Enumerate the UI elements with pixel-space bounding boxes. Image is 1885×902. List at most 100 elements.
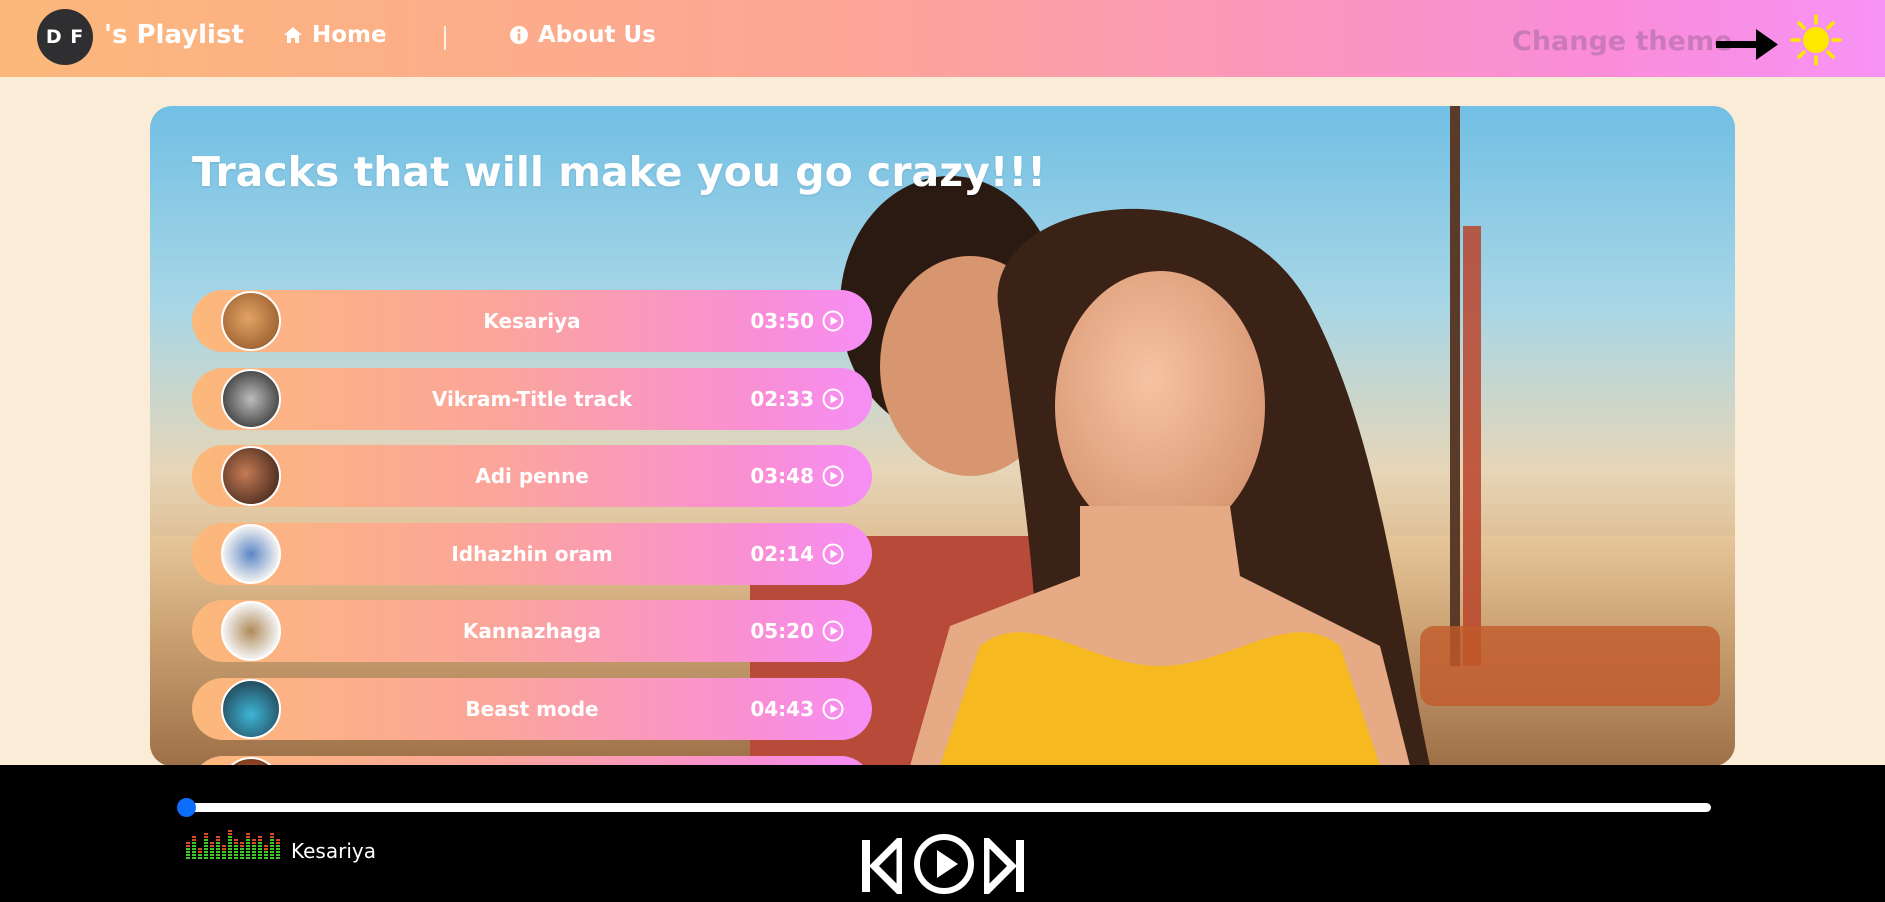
equalizer-bar: [234, 851, 238, 853]
nav-home-link[interactable]: Home: [283, 22, 387, 48]
equalizer-bar: [258, 848, 262, 850]
playlist-card: Tracks that will make you go crazy!!! Ke…: [150, 106, 1735, 766]
equalizer-bar: [246, 845, 250, 847]
equalizer-bar: [240, 857, 244, 859]
equalizer-bar: [270, 842, 274, 844]
equalizer-bar: [198, 857, 202, 859]
track-row[interactable]: Kannazhaga 05:20: [192, 600, 872, 662]
track-row[interactable]: Kesariya 03:50: [192, 290, 872, 352]
brand-title: 's Playlist: [104, 20, 244, 50]
equalizer-bar: [204, 833, 208, 835]
equalizer-bar: [204, 848, 208, 850]
equalizer-bar: [228, 836, 232, 838]
track-duration: 03:48: [750, 464, 814, 488]
equalizer-bar: [186, 857, 190, 859]
track-duration: 02:33: [750, 387, 814, 411]
equalizer-bar: [234, 848, 238, 850]
equalizer-bar: [186, 854, 190, 856]
nav-about-label: About Us: [538, 22, 656, 48]
equalizer-bar: [216, 851, 220, 853]
arrow-right-icon: [1716, 29, 1778, 60]
playlist-title: Tracks that will make you go crazy!!!: [192, 148, 1046, 196]
equalizer-bar: [234, 854, 238, 856]
equalizer-bar: [270, 839, 274, 841]
equalizer-bar: [246, 848, 250, 850]
equalizer-bar: [192, 836, 196, 838]
equalizer-bar: [210, 845, 214, 847]
equalizer-bar: [234, 845, 238, 847]
equalizer-bar: [276, 839, 280, 841]
track-row[interactable]: Vikram-Title track 02:33: [192, 368, 872, 430]
equalizer-bar: [270, 845, 274, 847]
equalizer-bar: [210, 848, 214, 850]
play-circle-icon[interactable]: [822, 310, 844, 332]
equalizer-bar: [228, 845, 232, 847]
next-icon[interactable]: [984, 838, 1024, 894]
equalizer-bar: [186, 845, 190, 847]
equalizer-bar: [204, 851, 208, 853]
equalizer-bar: [222, 851, 226, 853]
track-duration: 02:14: [750, 542, 814, 566]
sun-icon[interactable]: [1790, 14, 1842, 66]
play-icon[interactable]: [912, 832, 976, 896]
equalizer-bar: [204, 845, 208, 847]
track-row[interactable]: Beast mode 04:43: [192, 678, 872, 740]
equalizer-bar: [246, 839, 250, 841]
equalizer-bar: [270, 857, 274, 859]
equalizer-bar: [204, 854, 208, 856]
previous-icon[interactable]: [862, 838, 902, 894]
equalizer-bar: [204, 839, 208, 841]
equalizer-bar: [192, 845, 196, 847]
equalizer-bar: [216, 857, 220, 859]
track-duration: 05:20: [750, 619, 814, 643]
play-circle-icon[interactable]: [822, 620, 844, 642]
equalizer-bar: [264, 854, 268, 856]
equalizer-bar: [258, 836, 262, 838]
info-icon: [510, 26, 528, 44]
cover-image: [150, 106, 1735, 766]
equalizer-bar: [264, 857, 268, 859]
equalizer-bar: [264, 845, 268, 847]
track-row[interactable]: Adi penne 03:48: [192, 445, 872, 507]
equalizer-bar: [276, 851, 280, 853]
equalizer-bar: [252, 857, 256, 859]
equalizer-bar: [240, 848, 244, 850]
equalizer-bar: [228, 851, 232, 853]
track-row[interactable]: Idhazhin oram 02:14: [192, 523, 872, 585]
progress-bar[interactable]: [177, 798, 1711, 817]
equalizer-bar: [186, 848, 190, 850]
top-navbar: D F 's Playlist Home About Us Change the…: [0, 0, 1885, 77]
equalizer-bar: [252, 851, 256, 853]
play-circle-icon[interactable]: [822, 465, 844, 487]
equalizer-bar: [216, 845, 220, 847]
equalizer-bar: [204, 857, 208, 859]
nav-about-link[interactable]: About Us: [509, 22, 656, 48]
equalizer-bar: [192, 854, 196, 856]
equalizer-bar: [252, 848, 256, 850]
equalizer-bar: [246, 833, 250, 835]
nav-home-label: Home: [312, 22, 387, 48]
change-theme-label: Change theme: [1512, 26, 1733, 57]
equalizer-bar: [210, 851, 214, 853]
equalizer-bar: [264, 851, 268, 853]
equalizer-bar: [276, 854, 280, 856]
equalizer-bar: [222, 848, 226, 850]
equalizer-bar: [228, 848, 232, 850]
equalizer-bar: [276, 842, 280, 844]
logo[interactable]: D F: [37, 9, 93, 65]
equalizer-bar: [210, 854, 214, 856]
play-circle-icon[interactable]: [822, 698, 844, 720]
equalizer-bar: [210, 842, 214, 844]
home-icon: [284, 27, 302, 43]
equalizer-bar: [246, 842, 250, 844]
progress-handle[interactable]: [177, 798, 196, 817]
equalizer-bar: [264, 848, 268, 850]
equalizer-bar: [204, 836, 208, 838]
equalizer-bar: [270, 854, 274, 856]
play-circle-icon[interactable]: [822, 543, 844, 565]
play-circle-icon[interactable]: [822, 388, 844, 410]
equalizer-bar: [252, 845, 256, 847]
logo-text: D F: [45, 26, 85, 48]
equalizer-bar: [228, 839, 232, 841]
equalizer-bar: [246, 854, 250, 856]
